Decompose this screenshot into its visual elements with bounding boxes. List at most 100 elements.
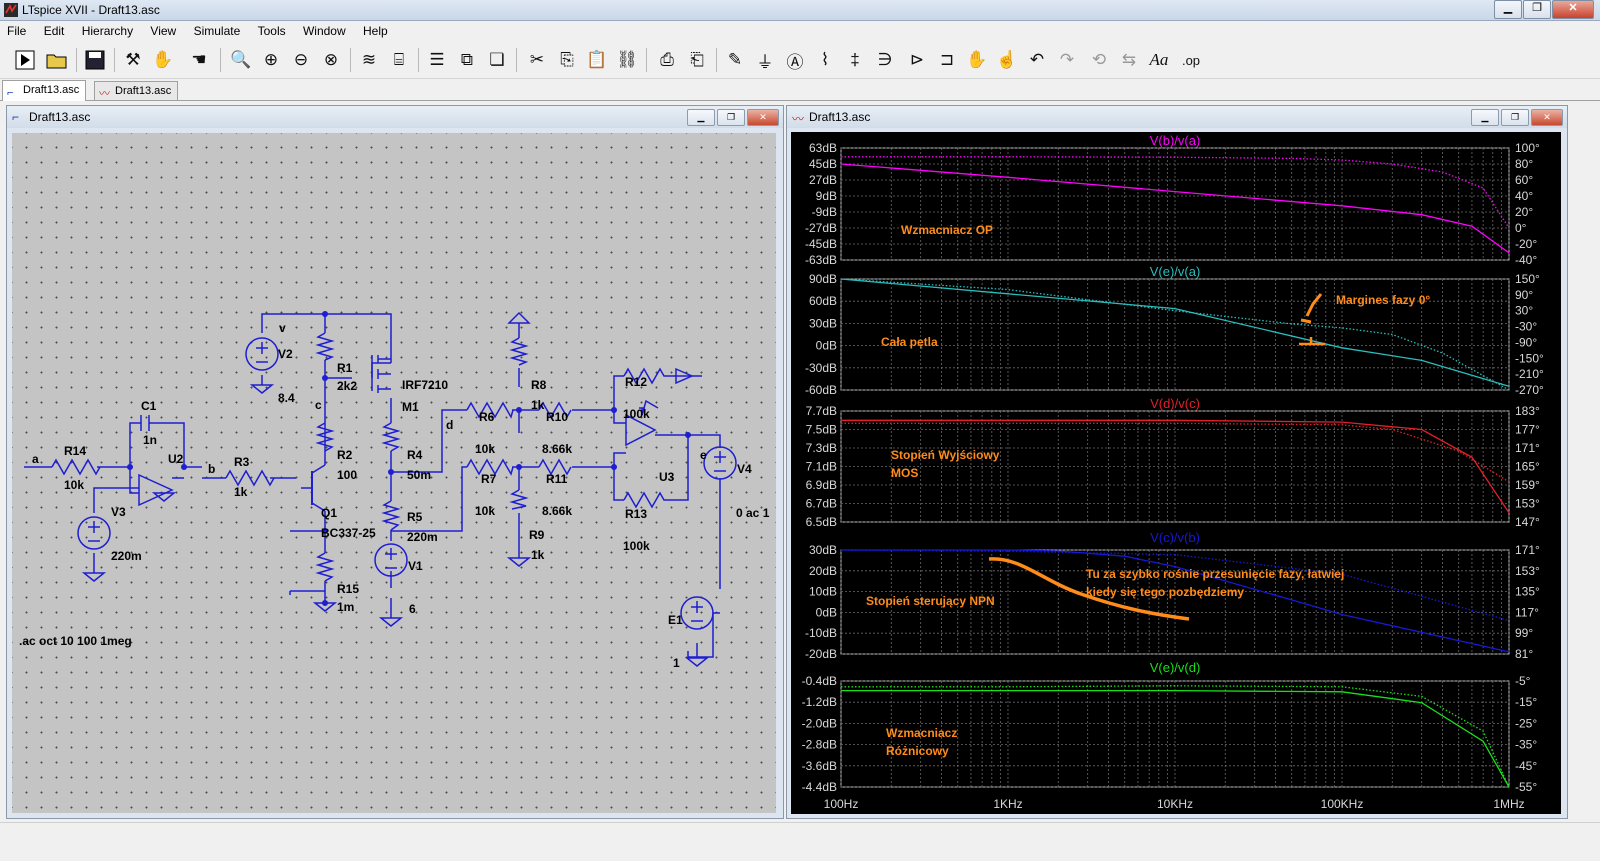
x-tick-label: 100KHz: [1321, 797, 1364, 811]
label-u3: U3: [659, 470, 675, 484]
label-v4: V4: [737, 462, 752, 476]
copy-icon[interactable]: ⎘: [554, 47, 580, 73]
drag-icon[interactable]: ☝: [994, 47, 1020, 73]
minimize-button[interactable]: ▁: [1494, 0, 1522, 19]
draw-wire-icon[interactable]: ✎: [722, 47, 748, 73]
label-e1: E1: [668, 613, 683, 627]
label-r2: R2: [337, 448, 353, 462]
left-tick-label: 60dB: [809, 294, 837, 308]
schematic-canvas[interactable]: a R14 10k C1 1n U2 b R3 1k V3 220m V2 8.…: [12, 133, 776, 813]
pan-icon[interactable]: ☚: [186, 47, 212, 73]
right-tick-label: 150°: [1515, 272, 1540, 286]
diode-icon[interactable]: ⊳: [904, 47, 930, 73]
value-v2: 8.4: [278, 391, 295, 405]
x-tick-label: 10KHz: [1157, 797, 1193, 811]
print-preview-icon[interactable]: ⎗: [684, 47, 710, 73]
zoom-fit-icon[interactable]: ⊗: [318, 47, 344, 73]
mirror-icon[interactable]: ⇆: [1116, 47, 1142, 73]
label-net-icon[interactable]: Ⓐ: [782, 47, 808, 73]
waveform-window: 〰 Draft13.asc ▁ ❐ ✕ 63dB 45dB 27dB 9dB -9dB -…: [786, 105, 1568, 819]
find-icon[interactable]: ⛓: [614, 47, 640, 73]
rotate-icon[interactable]: ⟲: [1086, 47, 1112, 73]
value-r9: 1k: [531, 548, 545, 562]
right-tick-label: -15°: [1515, 695, 1537, 709]
print-icon[interactable]: ⎙: [654, 47, 680, 73]
left-tick-label: -2.0dB: [802, 716, 837, 730]
value-r2: 100: [337, 468, 357, 482]
annotation-text: Margines fazy 0°: [1336, 293, 1430, 307]
inductor-icon[interactable]: ∋: [872, 47, 898, 73]
bode-plots[interactable]: 63dB 45dB 27dB 9dB -9dB -27dB -45dB -63dB 100° 80…: [791, 132, 1561, 814]
text-icon[interactable]: Aa: [1146, 47, 1172, 73]
zoom-in-icon[interactable]: 🔍: [228, 47, 254, 73]
cut-icon[interactable]: ✂: [524, 47, 550, 73]
spice-directive-icon[interactable]: .op: [1178, 47, 1204, 73]
label-v3: V3: [111, 505, 126, 519]
plot-area[interactable]: 63dB 45dB 27dB 9dB -9dB -27dB -45dB -63dB 100° 80…: [791, 132, 1561, 814]
value-r3: 1k: [234, 485, 248, 499]
label-m1-model: IRF7210: [402, 378, 448, 392]
right-tick-label: -55°: [1515, 780, 1537, 794]
capacitor-icon[interactable]: ‡: [842, 47, 868, 73]
waveform-restore-button[interactable]: ❐: [1501, 109, 1529, 126]
value-e1: 1: [673, 656, 680, 670]
autorange-icon[interactable]: ≋: [356, 47, 382, 73]
label-m1: M1: [402, 400, 419, 414]
menu-view[interactable]: View: [143, 21, 183, 38]
waveform-close-button[interactable]: ✕: [1531, 109, 1563, 126]
zoom-out-icon[interactable]: ⊖: [288, 47, 314, 73]
label-r4: R4: [407, 448, 423, 462]
schematic-restore-button[interactable]: ❐: [717, 109, 745, 126]
label-v2: V2: [278, 347, 293, 361]
close-button[interactable]: ✕: [1552, 0, 1594, 19]
label-u2: U2: [168, 452, 184, 466]
tile-horizontal-icon[interactable]: ☰: [424, 47, 450, 73]
save-icon[interactable]: [82, 47, 108, 73]
menu-edit[interactable]: Edit: [37, 21, 72, 38]
schematic-drawing[interactable]: a R14 10k C1 1n U2 b R3 1k V3 220m V2 8.…: [12, 133, 776, 813]
halt-icon[interactable]: ✋: [150, 47, 176, 73]
window-titlebar: LTspice XVII - Draft13.asc ▁ ❐ ✕: [0, 0, 1600, 21]
control-panel-icon[interactable]: ⚒: [120, 47, 146, 73]
ground-icon[interactable]: ⏚: [752, 47, 778, 73]
frame-icon[interactable]: ⌸: [386, 47, 412, 73]
menu-bar: File Edit Hierarchy View Simulate Tools …: [0, 21, 1600, 41]
menu-simulate[interactable]: Simulate: [187, 21, 248, 38]
value-c1: 1n: [143, 433, 157, 447]
maximize-button[interactable]: ❐: [1523, 0, 1551, 19]
resistor-icon[interactable]: ⌇: [812, 47, 838, 73]
zoom-pan-icon[interactable]: ⊕: [258, 47, 284, 73]
left-tick-label: 0dB: [816, 339, 837, 353]
undo-icon[interactable]: ↶: [1024, 47, 1050, 73]
left-tick-label: -10dB: [805, 626, 837, 640]
schematic-close-button[interactable]: ✕: [747, 109, 779, 126]
menu-hierarchy[interactable]: Hierarchy: [75, 21, 140, 38]
paste-icon[interactable]: 📋: [584, 47, 610, 73]
cascade-icon[interactable]: ❏: [484, 47, 510, 73]
bode-panel-2: 90dB60dB30dB0dB-30dB-60dB150°90°30°-30°-…: [805, 264, 1544, 397]
menu-tools[interactable]: Tools: [251, 21, 293, 38]
tab-waveform[interactable]: 〰 Draft13.asc: [94, 81, 179, 100]
waveform-minimize-button[interactable]: ▁: [1471, 109, 1499, 126]
label-r6: R6: [479, 410, 495, 424]
component-icon[interactable]: ⊐: [934, 47, 960, 73]
menu-help[interactable]: Help: [356, 21, 395, 38]
move-icon[interactable]: ✋: [964, 47, 990, 73]
right-tick-label: 117°: [1515, 605, 1539, 619]
redo-icon[interactable]: ↷: [1054, 47, 1080, 73]
x-tick-label: 1MHz: [1493, 797, 1524, 811]
schematic-minimize-button[interactable]: ▁: [687, 109, 715, 126]
run-icon[interactable]: [12, 47, 38, 73]
menu-window[interactable]: Window: [296, 21, 353, 38]
left-tick-label: 6.9dB: [806, 478, 837, 492]
spice-directive[interactable]: .ac oct 10 100 1meg: [19, 634, 132, 648]
value-v4: 0 ac 1: [736, 506, 770, 520]
tab-schematic[interactable]: ⌐ Draft13.asc: [2, 80, 87, 101]
open-folder-icon[interactable]: [44, 47, 70, 73]
value-r10: 8.66k: [542, 442, 572, 456]
label-r1: R1: [337, 361, 353, 375]
tile-vertical-icon[interactable]: ⧉: [454, 47, 480, 73]
right-tick-label: 30°: [1515, 304, 1533, 318]
menu-file[interactable]: File: [0, 21, 33, 38]
right-tick-label: 80°: [1515, 157, 1533, 171]
